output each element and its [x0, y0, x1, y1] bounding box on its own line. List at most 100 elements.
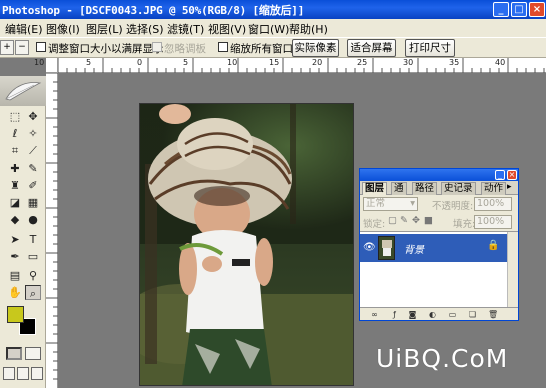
- ruler-label: 5: [183, 58, 189, 67]
- menu-view[interactable]: 视图(V): [208, 21, 246, 37]
- layers-panel-footer: ∞ ƒ ◙ ◐ ▭ ❏ 🗑: [360, 307, 518, 320]
- photo-image: [140, 104, 353, 385]
- blur-tool-icon[interactable]: ◆: [7, 212, 23, 227]
- close-button[interactable]: ×: [529, 2, 545, 17]
- menu-help[interactable]: 帮助(H): [289, 21, 328, 37]
- move-tool-icon[interactable]: ✥: [25, 109, 41, 124]
- ruler-origin[interactable]: [46, 58, 58, 73]
- feather-logo-icon: [5, 82, 42, 101]
- type-tool-icon[interactable]: T: [25, 232, 41, 247]
- eraser-tool-icon[interactable]: ◪: [7, 195, 23, 210]
- history-brush-tool-icon[interactable]: ✐: [25, 178, 41, 193]
- actual-pixels-button[interactable]: 实际像素: [292, 39, 339, 57]
- eye-visibility-icon[interactable]: 👁: [363, 242, 376, 253]
- new-group-icon[interactable]: ▭: [448, 310, 457, 319]
- window-title: Photoshop - [DSCF0043.JPG @ 50%(RGB/8) […: [2, 4, 305, 17]
- vertical-ruler-ticks: [46, 73, 58, 380]
- clone-stamp-tool-icon[interactable]: ♜: [7, 178, 23, 193]
- eyedropper-tool-icon[interactable]: ⚲: [25, 268, 41, 283]
- fit-screen-button[interactable]: 适合屏幕: [347, 39, 396, 57]
- ruler-label: 25: [357, 58, 368, 67]
- pen-tool-icon[interactable]: ✒: [7, 249, 23, 264]
- crop-tool-icon[interactable]: ⌗: [7, 143, 23, 158]
- dodge-tool-icon[interactable]: ●: [25, 212, 41, 227]
- menu-filter[interactable]: 滤镜(T): [167, 21, 204, 37]
- ruler-label: 5: [86, 58, 92, 67]
- minimize-button[interactable]: _: [493, 2, 509, 17]
- panel-minimize-button[interactable]: _: [495, 170, 505, 180]
- lock-image-icon[interactable]: ✎: [400, 215, 408, 226]
- tab-paths[interactable]: 路径: [412, 182, 438, 195]
- layer-mask-icon[interactable]: ◙: [408, 310, 417, 319]
- foreground-color-swatch[interactable]: [7, 306, 24, 323]
- panel-tabs: 图层 通 路径 史记录 动作 ▸: [360, 181, 518, 195]
- title-bar: Photoshop - [DSCF0043.JPG @ 50%(RGB/8) […: [0, 0, 546, 19]
- magic-wand-tool-icon[interactable]: ✧: [25, 126, 41, 141]
- hand-tool-icon[interactable]: ✋: [7, 285, 23, 300]
- resize-window-checkbox[interactable]: [36, 42, 46, 52]
- ignore-palettes-checkbox[interactable]: [152, 42, 162, 52]
- slice-tool-icon[interactable]: ⟋: [25, 143, 41, 158]
- zoom-tool-icon[interactable]: ⌕: [25, 285, 41, 300]
- notes-tool-icon[interactable]: ▤: [7, 268, 23, 283]
- screen-mode-full-menu-button[interactable]: [17, 367, 29, 380]
- ruler-label: 15: [269, 58, 280, 67]
- ruler-label: 0: [137, 58, 143, 67]
- standard-mode-button[interactable]: [6, 347, 22, 360]
- opacity-field[interactable]: 100%: [474, 197, 512, 211]
- zoom-all-windows-checkbox[interactable]: [218, 42, 228, 52]
- lock-all-icon[interactable]: ■: [424, 215, 433, 226]
- layers-panel-titlebar[interactable]: _ ×: [360, 169, 518, 181]
- brush-tool-icon[interactable]: ✎: [25, 161, 41, 176]
- menu-bar: 编辑(E) 图像(I) 图层(L) 选择(S) 滤镜(T) 视图(V) 窗口(W…: [0, 19, 546, 37]
- menu-image[interactable]: 图像(I): [46, 21, 80, 37]
- gradient-tool-icon[interactable]: ▦: [25, 195, 41, 210]
- marquee-tool-icon[interactable]: ⬚: [7, 109, 23, 124]
- maximize-button[interactable]: □: [511, 2, 527, 17]
- panel-close-button[interactable]: ×: [507, 170, 517, 180]
- screen-mode-full-button[interactable]: [31, 367, 43, 380]
- blend-mode-select[interactable]: 正常 ▾: [363, 197, 418, 211]
- print-size-button[interactable]: 打印尺寸: [405, 39, 455, 57]
- layers-scrollbar[interactable]: [507, 232, 518, 312]
- lasso-tool-icon[interactable]: ℓ: [7, 126, 23, 141]
- new-layer-icon[interactable]: ❏: [468, 310, 477, 319]
- menu-edit[interactable]: 编辑(E): [5, 21, 43, 37]
- shape-tool-icon[interactable]: ▭: [25, 249, 41, 264]
- menu-select[interactable]: 选择(S): [126, 21, 164, 37]
- lock-icon: 🔒: [487, 240, 500, 251]
- path-selection-tool-icon[interactable]: ➤: [7, 232, 23, 247]
- tab-layers[interactable]: 图层: [362, 182, 388, 195]
- menu-window[interactable]: 窗口(W): [248, 21, 289, 37]
- ruler-label: 30: [403, 58, 414, 67]
- ruler-label: 10: [227, 58, 238, 67]
- blend-row: 正常 ▾ 不透明度: 100%: [360, 196, 518, 214]
- layer-row[interactable]: 👁 背景 🔒: [360, 234, 507, 262]
- layer-style-icon[interactable]: ƒ: [390, 310, 399, 319]
- link-icon[interactable]: ∞: [370, 310, 379, 319]
- layers-panel: _ × 图层 通 路径 史记录 动作 ▸ 正常 ▾ 不透明度: 100% 锁定:…: [359, 168, 519, 321]
- watermark-logo: UiBQ.CoM: [376, 344, 509, 373]
- lock-transparent-icon[interactable]: ▢: [388, 215, 397, 226]
- lock-position-icon[interactable]: ✥: [412, 215, 420, 226]
- ruler-label: 40: [495, 58, 506, 67]
- toolbox: ⬚ ✥ ℓ ✧ ⌗ ⟋ ✚ ✎ ♜ ✐ ◪ ▦ ◆ ● ➤ T ✒ ▭ ▤ ⚲ …: [0, 76, 46, 388]
- quick-mask-mode-button[interactable]: [25, 347, 41, 360]
- fill-field[interactable]: 100%: [474, 215, 512, 229]
- tab-actions[interactable]: 动作: [481, 182, 507, 195]
- layer-name: 背景: [404, 245, 424, 256]
- zoom-in-icon[interactable]: +: [0, 40, 14, 55]
- lock-row: 锁定: ▢ ✎ ✥ ■ 填充: 100%: [360, 214, 518, 232]
- tab-channels[interactable]: 通: [391, 182, 407, 195]
- healing-brush-tool-icon[interactable]: ✚: [7, 161, 23, 176]
- opacity-label: 不透明度:: [432, 201, 474, 212]
- document-canvas[interactable]: [139, 103, 354, 386]
- adjustment-layer-icon[interactable]: ◐: [428, 310, 437, 319]
- trash-icon[interactable]: 🗑: [488, 310, 498, 319]
- menu-layer[interactable]: 图层(L): [86, 21, 123, 37]
- tab-history[interactable]: 史记录: [441, 182, 476, 195]
- zoom-out-icon[interactable]: −: [15, 40, 29, 55]
- screen-mode-standard-button[interactable]: [3, 367, 15, 380]
- panel-menu-arrow-icon[interactable]: ▸: [507, 182, 512, 192]
- horizontal-ruler: 10 5 0 5 10 15 20 25 30 35 40: [34, 58, 546, 73]
